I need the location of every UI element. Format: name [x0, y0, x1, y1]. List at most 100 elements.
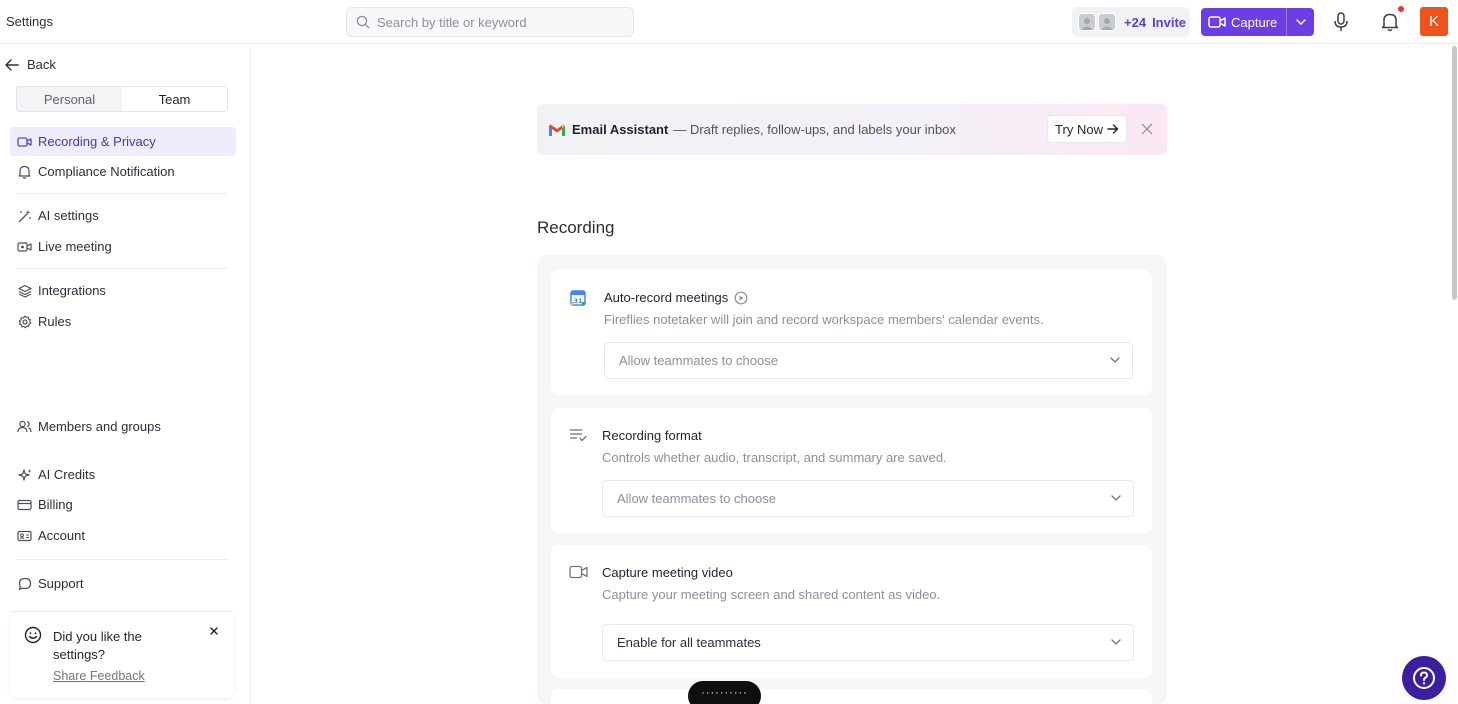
- feedback-card: Did you like the settings? Share Feedbac…: [10, 613, 234, 698]
- user-avatar[interactable]: K: [1420, 7, 1448, 36]
- layers-icon: [17, 283, 32, 298]
- help-button[interactable]: [1402, 656, 1446, 700]
- card-title-text: Recording format: [602, 428, 702, 443]
- back-label: Back: [27, 57, 56, 72]
- sidebar-item-label: Live meeting: [38, 239, 112, 254]
- notifications-bell-icon[interactable]: [1381, 12, 1399, 32]
- sidebar-item-support[interactable]: Support: [10, 569, 236, 598]
- card-title-text: Auto-record meetings: [604, 290, 729, 305]
- sidebar-item-label: Compliance Notification: [38, 164, 175, 179]
- try-now-label: Try Now: [1055, 121, 1103, 137]
- sidebar-divider: [16, 268, 228, 269]
- sidebar-item-label: Support: [38, 576, 84, 591]
- recording-format-select[interactable]: Allow teammates to choose: [602, 480, 1134, 517]
- sidebar-item-billing[interactable]: Billing: [10, 490, 236, 519]
- auto-record-card: 31 Auto-record meetings Fireflies noteta…: [551, 270, 1152, 395]
- banner-description: — Draft replies, follow-ups, and labels …: [673, 122, 956, 137]
- card-title: Capture meeting video: [602, 565, 733, 580]
- card-title-text: Capture meeting video: [602, 565, 733, 580]
- credit-card-icon: [17, 497, 32, 512]
- top-bar: Settings +24 Invite Capture: [0, 0, 1458, 44]
- share-feedback-link[interactable]: Share Feedback: [53, 669, 145, 683]
- sidebar-item-label: Rules: [38, 314, 72, 329]
- scrollbar[interactable]: [1451, 44, 1458, 704]
- tab-personal[interactable]: Personal: [17, 87, 122, 111]
- card-description: Capture your meeting screen and shared c…: [602, 587, 941, 602]
- sidebar-item-rules[interactable]: Rules: [10, 307, 236, 336]
- feedback-question: Did you like the settings?: [53, 629, 142, 662]
- arrow-right-icon: [1103, 124, 1119, 134]
- sidebar-divider: [16, 559, 228, 560]
- auto-record-select[interactable]: Allow teammates to choose: [604, 342, 1133, 379]
- search-input[interactable]: [377, 14, 617, 30]
- arrow-left-icon: [5, 58, 19, 71]
- floating-toolbar-handle[interactable]: ··········: [688, 681, 761, 704]
- search-icon: [356, 15, 377, 29]
- teammate-avatars: [1078, 13, 1116, 31]
- bell-icon: [17, 164, 32, 179]
- sidebar-divider: [16, 193, 228, 194]
- chevron-down-icon: [1295, 19, 1306, 25]
- capture-button[interactable]: Capture: [1201, 8, 1286, 36]
- id-card-icon: [17, 528, 32, 543]
- live-video-icon: [17, 239, 32, 254]
- next-card-preview: [551, 689, 1152, 704]
- select-value: Enable for all teammates: [617, 635, 761, 650]
- smiley-icon: [24, 626, 42, 644]
- gear-icon: [17, 314, 32, 329]
- chevron-down-icon: [1110, 357, 1120, 363]
- card-title: Recording format: [602, 428, 702, 443]
- sidebar-item-live-meeting[interactable]: Live meeting: [10, 232, 236, 261]
- invite-count: +24: [1124, 14, 1147, 30]
- capture-video-select[interactable]: Enable for all teammates: [602, 624, 1134, 661]
- chevron-down-icon: [1111, 495, 1121, 501]
- capture-dropdown-button[interactable]: [1286, 8, 1314, 36]
- users-icon: [17, 419, 32, 434]
- sidebar-item-label: Recording & Privacy: [38, 134, 156, 149]
- search-box[interactable]: [346, 7, 634, 37]
- sidebar-item-recording-privacy[interactable]: Recording & Privacy: [10, 127, 236, 156]
- sidebar-item-ai-settings[interactable]: AI settings: [10, 201, 236, 230]
- sidebar-item-label: Billing: [38, 497, 73, 512]
- invite-button[interactable]: +24 Invite: [1072, 7, 1190, 37]
- select-value: Allow teammates to choose: [617, 491, 776, 506]
- scope-toggle: Personal Team: [16, 86, 228, 112]
- sidebar-item-members-groups[interactable]: Members and groups: [10, 412, 236, 441]
- sidebar-item-integrations[interactable]: Integrations: [10, 276, 236, 305]
- notification-badge: [1398, 6, 1404, 12]
- video-icon: [17, 134, 32, 149]
- close-icon[interactable]: [209, 626, 219, 636]
- gmail-icon: [548, 123, 566, 137]
- microphone-icon[interactable]: [1333, 12, 1349, 32]
- close-icon[interactable]: [1141, 123, 1153, 135]
- sidebar: Back Personal Team Recording & Privacy C…: [0, 45, 251, 704]
- back-button[interactable]: Back: [5, 57, 56, 72]
- recording-settings-panel: 31 Auto-record meetings Fireflies noteta…: [537, 255, 1167, 704]
- svg-text:31: 31: [573, 297, 583, 305]
- magic-wand-icon: [17, 208, 32, 223]
- question-mark-icon: [1412, 666, 1436, 690]
- chat-bubble-icon: [17, 576, 32, 591]
- scrollbar-thumb[interactable]: [1452, 46, 1457, 300]
- sparkle-icon: [17, 467, 32, 482]
- page-title: Settings: [6, 14, 53, 29]
- invite-label: Invite: [1152, 14, 1187, 30]
- video-camera-icon: [569, 565, 588, 579]
- email-assistant-banner: Email Assistant — Draft replies, follow-…: [537, 104, 1167, 155]
- select-value: Allow teammates to choose: [619, 353, 778, 368]
- sidebar-item-label: AI settings: [38, 208, 99, 223]
- try-now-button[interactable]: Try Now: [1047, 115, 1127, 143]
- video-camera-icon: [1208, 15, 1226, 29]
- sidebar-item-ai-credits[interactable]: AI Credits: [10, 460, 236, 489]
- sidebar-item-label: Integrations: [38, 283, 106, 298]
- capture-label: Capture: [1231, 14, 1278, 30]
- sidebar-divider: [10, 611, 232, 612]
- card-title: Auto-record meetings: [604, 290, 748, 305]
- calendar-icon: 31: [570, 290, 586, 306]
- card-description: Fireflies notetaker will join and record…: [604, 312, 1044, 327]
- sidebar-item-label: AI Credits: [38, 467, 96, 482]
- play-circle-icon[interactable]: [728, 291, 748, 305]
- tab-team[interactable]: Team: [122, 87, 227, 111]
- sidebar-item-compliance-notification[interactable]: Compliance Notification: [10, 157, 236, 186]
- sidebar-item-account[interactable]: Account: [10, 521, 236, 550]
